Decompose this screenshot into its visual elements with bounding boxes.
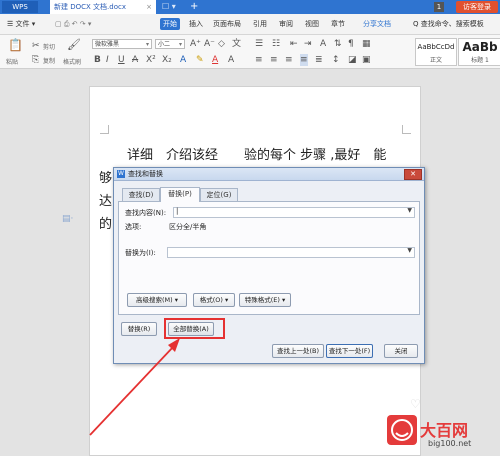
- annotation-arrow: [89, 338, 180, 436]
- watermark-logo: [387, 415, 417, 445]
- tab-replace[interactable]: 替换(P): [160, 187, 200, 202]
- watermark-logo-icon: [391, 419, 413, 441]
- watermark-brand: 大百网: [420, 421, 469, 440]
- watermark-url: big100.net: [428, 439, 472, 448]
- heart-icon: ♡: [410, 397, 421, 411]
